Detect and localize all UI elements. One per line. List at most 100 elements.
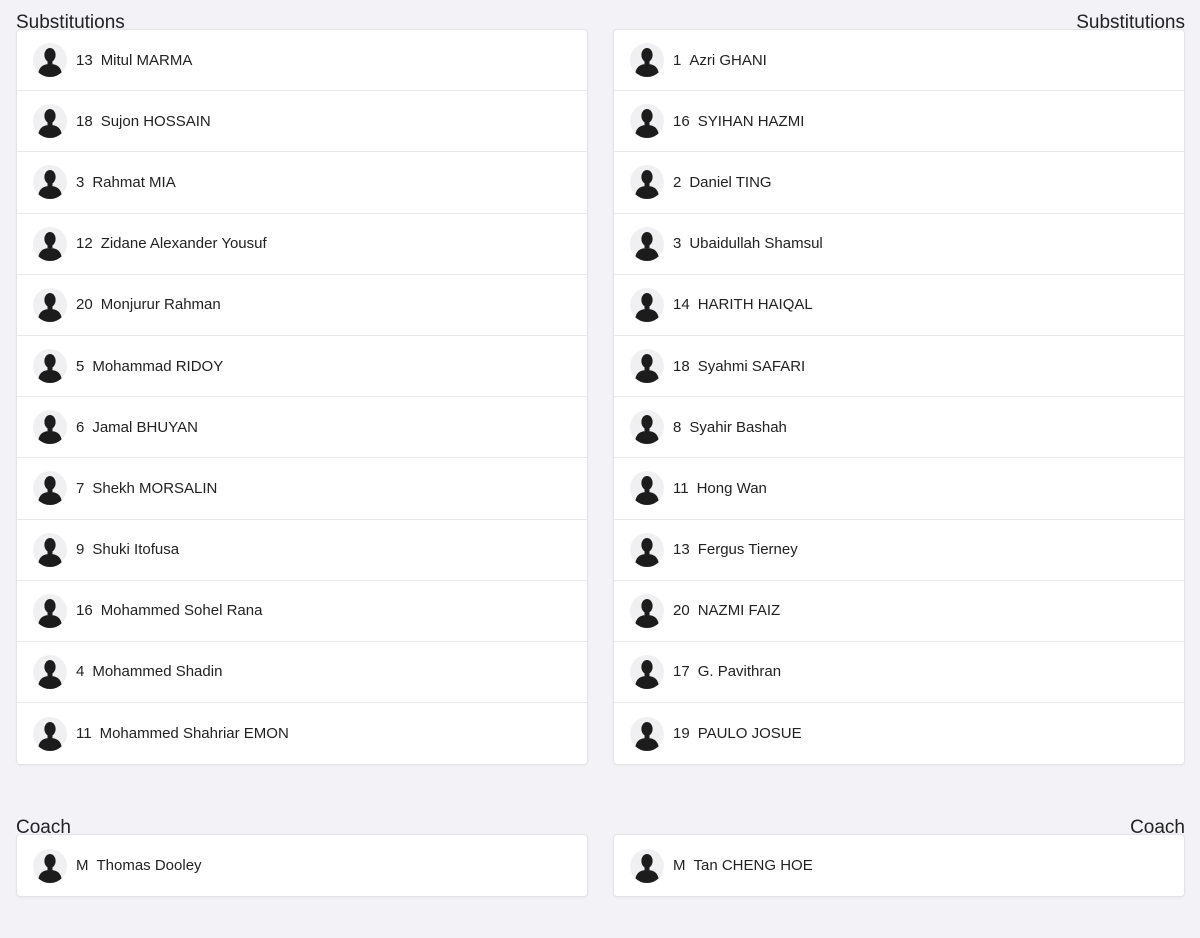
player-name: Sujon HOSSAIN (100, 112, 211, 130)
person-silhouette-icon (630, 104, 664, 139)
person-silhouette-icon (38, 415, 62, 445)
player-name: SYIHAN HAZMI (697, 112, 805, 130)
person-silhouette-icon (630, 716, 664, 751)
player-name: Tan CHENG HOE (693, 857, 813, 875)
player-number: 14 (673, 296, 690, 314)
person-silhouette-icon (635, 598, 659, 628)
person-silhouette-icon (630, 287, 664, 322)
person-silhouette-icon (630, 654, 664, 689)
player-number: 18 (76, 112, 93, 130)
player-row[interactable]: 8 Syahir Bashah (614, 397, 1184, 459)
player-row[interactable]: 3 Ubaidullah Shamsul (614, 214, 1184, 275)
person-silhouette-icon (33, 349, 67, 384)
player-row[interactable]: 11 Hong Wan (614, 458, 1184, 520)
player-number: 3 (673, 235, 682, 253)
player-name: Syahir Bashah (689, 418, 787, 436)
person-silhouette-icon (38, 853, 62, 883)
player-number: 6 (76, 418, 85, 436)
person-silhouette-icon (38, 721, 62, 751)
player-number: 19 (673, 725, 690, 743)
player-row[interactable]: 16 Mohammed Sohel Rana (17, 581, 587, 642)
player-name: Mohammed Shahriar EMON (99, 725, 289, 743)
player-name: Syahmi SAFARI (697, 357, 806, 375)
person-silhouette-icon (635, 292, 659, 322)
player-number: 13 (673, 541, 690, 559)
player-name: Mitul MARMA (100, 51, 193, 69)
player-row[interactable]: 19 PAULO JOSUE (614, 703, 1184, 764)
player-name: Jamal BHUYAN (92, 418, 198, 436)
substitutions-list: 13 Mitul MARMA 18 Sujon HOSSAIN 3 Rahmat MIA 1… (16, 29, 588, 766)
person-silhouette-icon (635, 415, 659, 445)
person-silhouette-icon (33, 43, 67, 78)
player-name: Rahmat MIA (92, 173, 176, 191)
player-name: Monjurur Rahman (100, 296, 221, 314)
player-number: 20 (673, 602, 690, 620)
player-number: 13 (76, 51, 93, 69)
person-silhouette-icon (33, 532, 67, 567)
player-number: 11 (673, 479, 689, 497)
player-name: Zidane Alexander Yousuf (100, 235, 267, 253)
substitutions-list: 1 Azri GHANI 16 SYIHAN HAZMI 2 Daniel TING 3 Ub… (613, 29, 1185, 766)
player-row[interactable]: 18 Syahmi SAFARI (614, 336, 1184, 398)
person-silhouette-icon (38, 231, 62, 261)
player-number: 7 (76, 479, 85, 497)
person-silhouette-icon (635, 537, 659, 567)
player-number: 16 (76, 602, 93, 620)
player-row[interactable]: 12 Zidane Alexander Yousuf (17, 214, 587, 275)
player-row[interactable]: 1 Azri GHANI (614, 30, 1184, 92)
player-name: Mohammed Shadin (92, 663, 223, 681)
person-silhouette-icon (33, 410, 67, 445)
person-silhouette-icon (38, 598, 62, 628)
person-silhouette-icon (630, 165, 664, 200)
person-silhouette-icon (38, 109, 62, 139)
person-silhouette-icon (33, 165, 67, 200)
coach-row[interactable]: M Thomas Dooley (17, 835, 587, 896)
player-row[interactable]: 11 Mohammed Shahriar EMON (17, 703, 587, 764)
player-number: 1 (673, 51, 682, 69)
person-silhouette-icon (33, 716, 67, 751)
player-row[interactable]: 14 HARITH HAIQAL (614, 275, 1184, 336)
person-silhouette-icon (33, 848, 67, 883)
player-row[interactable]: 3 Rahmat MIA (17, 152, 587, 214)
person-silhouette-icon (635, 231, 659, 261)
player-number: 20 (76, 296, 93, 314)
player-name: Thomas Dooley (96, 857, 202, 875)
player-number: 3 (76, 173, 85, 191)
person-silhouette-icon (630, 349, 664, 384)
player-row[interactable]: 6 Jamal BHUYAN (17, 397, 587, 459)
person-silhouette-icon (630, 471, 664, 506)
player-row[interactable]: 9 Shuki Itofusa (17, 520, 587, 581)
person-silhouette-icon (635, 354, 659, 384)
player-row[interactable]: 13 Fergus Tierney (614, 520, 1184, 581)
player-row[interactable]: 4 Mohammed Shadin (17, 642, 587, 704)
person-silhouette-icon (38, 170, 62, 200)
player-row[interactable]: 17 G. Pavithran (614, 642, 1184, 704)
player-row[interactable]: 13 Mitul MARMA (17, 30, 587, 92)
player-name: Mohammad RIDOY (92, 357, 224, 375)
person-silhouette-icon (33, 104, 67, 139)
player-row[interactable]: 2 Daniel TING (614, 152, 1184, 214)
player-row[interactable]: 7 Shekh MORSALIN (17, 458, 587, 520)
player-row[interactable]: 18 Sujon HOSSAIN (17, 91, 587, 153)
person-silhouette-icon (630, 410, 664, 445)
player-row[interactable]: 20 Monjurur Rahman (17, 275, 587, 336)
person-silhouette-icon (33, 471, 67, 506)
player-number: 11 (76, 725, 92, 743)
player-number: 9 (76, 541, 85, 559)
player-row[interactable]: 20 NAZMI FAIZ (614, 581, 1184, 642)
coach-row[interactable]: M Tan CHENG HOE (614, 835, 1184, 896)
player-name: Shuki Itofusa (92, 541, 180, 559)
player-name: Hong Wan (696, 479, 767, 497)
player-number: 12 (76, 235, 93, 253)
player-name: Azri GHANI (689, 51, 767, 69)
player-number: 8 (673, 418, 682, 436)
player-number: 17 (673, 663, 690, 681)
coach-list: M Tan CHENG HOE (613, 834, 1185, 898)
coach-list: M Thomas Dooley (16, 834, 588, 898)
person-silhouette-icon (38, 48, 62, 78)
player-row[interactable]: 16 SYIHAN HAZMI (614, 91, 1184, 153)
person-silhouette-icon (630, 532, 664, 567)
person-silhouette-icon (635, 170, 659, 200)
player-row[interactable]: 5 Mohammad RIDOY (17, 336, 587, 398)
person-silhouette-icon (630, 593, 664, 628)
